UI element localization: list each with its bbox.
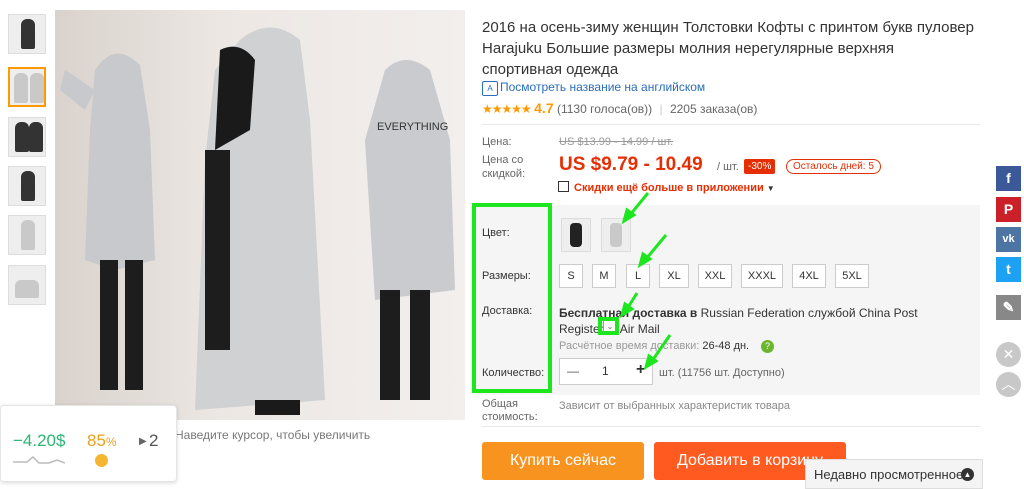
thumbnail-figure	[29, 122, 43, 152]
scroll-top-icon[interactable]: ︿	[996, 372, 1021, 397]
size-option-xxxl[interactable]: XXXL	[741, 264, 783, 288]
vk-icon[interactable]: vk	[996, 227, 1021, 252]
price-sparkline-icon	[13, 455, 65, 464]
divider	[482, 124, 980, 125]
thumbnail-figure	[15, 280, 39, 298]
thumbnail-figure	[15, 122, 29, 152]
qr-code-icon	[558, 181, 569, 192]
divider	[482, 426, 980, 427]
discount-price: US $9.79 - 10.49	[559, 154, 703, 175]
thumbnail-figure	[21, 171, 35, 201]
tracker-count: 2	[149, 431, 159, 450]
chevron-down-icon: ▼	[766, 184, 775, 193]
original-price: US $13.99 - 14.99 / шт.	[559, 136, 674, 148]
buy-now-button[interactable]: Купить сейчас	[482, 442, 644, 480]
size-option-5xl[interactable]: 5XL	[835, 264, 869, 288]
color-swatch-black[interactable]	[561, 218, 591, 252]
thumbnail-1[interactable]	[8, 14, 46, 54]
discount-price-label: Цена со скидкой:	[482, 154, 526, 180]
swatch-figure	[570, 223, 582, 247]
rating-separator: |	[659, 102, 663, 116]
price-label: Цена:	[482, 136, 512, 148]
rating-stars-icon[interactable]: ★★★★★	[482, 102, 532, 116]
twitter-icon[interactable]: t	[996, 257, 1021, 282]
hover-zoom-hint: Наведите курсор, чтобы увеличить	[175, 428, 371, 442]
english-title-link[interactable]: Посмотреть название на английском	[500, 80, 705, 94]
thumbnail-4[interactable]	[8, 166, 46, 206]
product-photo-illustration: EVERYTHING	[60, 27, 455, 415]
smiley-icon	[95, 454, 108, 467]
annotation-arrows-icon	[619, 192, 672, 371]
svg-text:EVERYTHING: EVERYTHING	[377, 121, 448, 133]
thumbnail-figure	[14, 73, 28, 103]
thumbnail-5[interactable]	[8, 215, 46, 255]
quantity-decrease-button[interactable]: —	[567, 364, 579, 378]
rating-percent: 85%	[87, 431, 117, 450]
price-change-value: −4.20$	[13, 431, 66, 450]
days-left-badge: Осталось дней: 5	[786, 159, 881, 174]
thumbnail-figure	[30, 73, 44, 103]
total-value: Зависит от выбранных характеристик товар…	[559, 400, 790, 412]
facebook-icon[interactable]: f	[996, 166, 1021, 191]
price-unit: / шт.	[717, 161, 739, 173]
help-icon[interactable]: ?	[761, 340, 774, 353]
size-option-s[interactable]: S	[559, 264, 583, 288]
size-option-xxl[interactable]: XXL	[698, 264, 732, 288]
pinterest-icon[interactable]: P	[996, 197, 1021, 222]
thumbnail-3[interactable]	[8, 117, 46, 157]
thumbnail-2[interactable]	[8, 67, 46, 107]
discount-badge: -30%	[744, 159, 776, 174]
rating-votes[interactable]: (1130 голоса(ов))	[557, 102, 652, 116]
recently-viewed-bar[interactable]: Недавно просмотренное ▲	[805, 459, 983, 489]
size-option-4xl[interactable]: 4XL	[792, 264, 826, 288]
price-tracker-widget[interactable]: −4.20$ 85% ▶ 2	[0, 405, 177, 482]
rating-row: ★★★★★ 4.7 (1130 голоса(ов)) | 2205 заказ…	[482, 100, 757, 116]
rating-score: 4.7	[534, 100, 554, 116]
main-product-image[interactable]: EVERYTHING	[55, 10, 465, 420]
annotation-box	[472, 203, 552, 393]
edit-icon[interactable]: ✎	[996, 295, 1021, 320]
thumbnail-figure	[21, 19, 35, 49]
translate-icon: A	[482, 81, 498, 96]
chevron-up-icon: ▲	[961, 468, 974, 481]
total-label: Общая стоимость:	[482, 398, 538, 423]
thumbnail-6[interactable]	[8, 265, 46, 305]
close-icon[interactable]: ✕	[996, 342, 1021, 367]
product-title: 2016 на осень-зиму женщин Толстовки Кофт…	[482, 19, 974, 78]
thumbnail-figure	[21, 220, 35, 250]
play-icon: ▶	[139, 436, 147, 447]
orders-count: 2205 заказа(ов)	[669, 102, 758, 116]
